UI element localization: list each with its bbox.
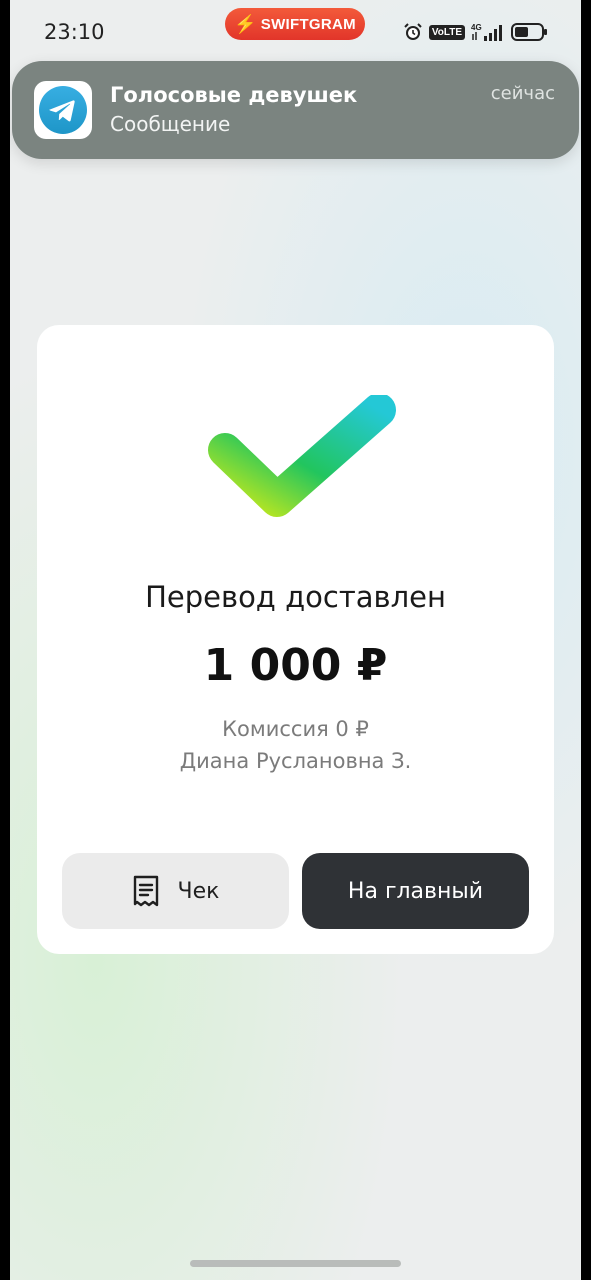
receipt-button-label: Чек xyxy=(177,878,220,904)
battery-icon xyxy=(511,23,547,41)
notification-body: Сообщение xyxy=(110,112,231,136)
transfer-recipient: Диана Руслановна З. xyxy=(179,749,412,773)
swiftgram-badge-label: SWIFTGRAM xyxy=(260,15,356,33)
transfer-amount: 1 000 ₽ xyxy=(203,640,388,691)
signal-icon: 4G xyxy=(471,23,502,41)
alarm-icon xyxy=(404,23,422,40)
telegram-notification[interactable]: Голосовые девушек Сообщение сейчас xyxy=(12,61,579,159)
screen-edge-right xyxy=(581,0,591,1280)
swiftgram-badge[interactable]: ⚡ SWIFTGRAM xyxy=(225,8,365,40)
receipt-button[interactable]: Чек xyxy=(62,853,289,929)
check-icon xyxy=(208,395,396,517)
network-type-label: 4G xyxy=(471,23,482,32)
telegram-icon xyxy=(39,86,87,134)
phone-screen: 23:10 ⚡ SWIFTGRAM VoLTE 4G Голосовые дев… xyxy=(10,0,581,1280)
screen-edge-left xyxy=(0,0,10,1280)
notification-time: сейчас xyxy=(490,83,555,104)
transfer-fee: Комиссия 0 ₽ xyxy=(222,717,369,741)
notification-title: Голосовые девушек xyxy=(110,83,358,107)
transfer-result-card: Перевод доставлен 1 000 ₽ Комиссия 0 ₽ Д… xyxy=(37,325,554,954)
bolt-icon: ⚡ xyxy=(234,13,257,34)
receipt-icon xyxy=(133,875,158,907)
status-bar: 23:10 ⚡ SWIFTGRAM VoLTE 4G xyxy=(10,0,581,60)
notification-app-icon xyxy=(34,81,92,139)
home-button-label: На главный xyxy=(347,878,484,904)
volte-icon: VoLTE xyxy=(428,24,465,40)
home-button[interactable]: На главный xyxy=(302,853,529,929)
home-indicator[interactable] xyxy=(190,1260,401,1267)
transfer-status-title: Перевод доставлен xyxy=(145,580,446,614)
status-time: 23:10 xyxy=(44,20,105,44)
status-icons: VoLTE 4G xyxy=(403,22,549,42)
